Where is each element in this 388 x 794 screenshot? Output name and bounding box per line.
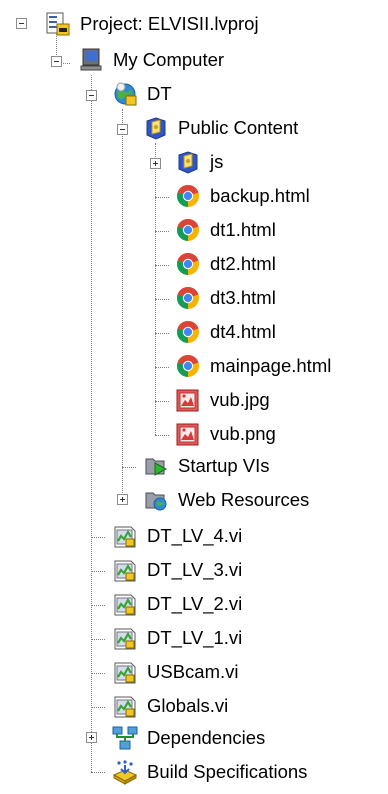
public-folder-icon: [146, 117, 166, 140]
image-file-icon: [176, 389, 199, 412]
tree-item-dt-lv-1-vi[interactable]: DT_LV_1.vi: [112, 623, 242, 653]
tree-connector-line: [91, 707, 105, 708]
tree-item-dt-lv-2-vi[interactable]: DT_LV_2.vi: [112, 589, 242, 619]
tree-connector-line: [155, 401, 169, 402]
tree-item-label: mainpage.html: [210, 354, 332, 376]
tree-connector-line: [155, 435, 169, 436]
tree-item-label: USBcam.vi: [147, 660, 239, 682]
tree-item-label: dt2.html: [210, 252, 276, 274]
tree-item-dt-lv-4-vi[interactable]: DT_LV_4.vi: [112, 521, 242, 551]
tree-item-web-resources[interactable]: Web Resources: [143, 485, 309, 515]
dependencies-icon: [112, 726, 138, 750]
vi-file-icon: [113, 559, 137, 583]
tree-item-label: backup.html: [210, 184, 310, 206]
public-folder-icon: [178, 151, 198, 174]
tree-item-label: Web Resources: [178, 488, 310, 510]
project-icon: [46, 12, 70, 36]
tree-item-label: DT_LV_1.vi: [147, 626, 243, 648]
collapse-project-button[interactable]: [16, 18, 27, 29]
build-specifications-icon: [113, 759, 137, 785]
tree-item-globals-vi[interactable]: Globals.vi: [112, 691, 228, 721]
project-explorer-tree: Project: ELVISII.lvproj My Computer DT P…: [0, 0, 388, 794]
tree-item-dt4-html[interactable]: dt4.html: [175, 317, 276, 347]
tree-item-label: Globals.vi: [147, 694, 229, 716]
tree-connector-line: [91, 75, 92, 772]
tree-connector-line: [122, 467, 136, 468]
web-service-icon: [114, 82, 137, 106]
tree-connector-line: [91, 605, 105, 606]
tree-connector-line: [155, 143, 156, 435]
tree-item-vub-png[interactable]: vub.png: [175, 419, 276, 449]
tree-item-label: vub.png: [210, 422, 276, 444]
tree-item-label: My Computer: [113, 48, 225, 70]
tree-item-vub-jpg[interactable]: vub.jpg: [175, 385, 270, 415]
tree-item-label: Public Content: [178, 116, 299, 138]
tree-item-startup-vis[interactable]: Startup VIs: [143, 451, 270, 481]
tree-item-dependencies[interactable]: Dependencies: [112, 723, 265, 753]
expand-dependencies-button[interactable]: [86, 732, 97, 743]
tree-item-label: vub.jpg: [210, 388, 270, 410]
tree-connector-line: [91, 537, 105, 538]
tree-item-dt1-html[interactable]: dt1.html: [175, 215, 276, 245]
tree-connector-line: [91, 673, 105, 674]
tree-item-usbcam-vi[interactable]: USBcam.vi: [112, 657, 239, 687]
tree-connector-line: [91, 639, 105, 640]
startup-folder-icon: [145, 458, 167, 476]
tree-item-dt[interactable]: DT: [112, 79, 172, 109]
tree-item-label: dt3.html: [210, 286, 276, 308]
tree-item-label: DT_LV_3.vi: [147, 558, 243, 580]
chrome-html-icon: [176, 184, 199, 207]
tree-item-label: DT_LV_2.vi: [147, 592, 243, 614]
tree-item-project[interactable]: Project: ELVISII.lvproj: [45, 9, 259, 39]
vi-file-icon: [113, 627, 137, 651]
tree-item-label: js: [210, 150, 224, 172]
tree-item-label: Project: ELVISII.lvproj: [80, 12, 259, 34]
web-folder-icon: [145, 492, 167, 511]
tree-item-dt-lv-3-vi[interactable]: DT_LV_3.vi: [112, 555, 242, 585]
tree-item-dt2-html[interactable]: dt2.html: [175, 249, 276, 279]
tree-connector-line: [155, 265, 169, 266]
computer-icon: [80, 48, 102, 71]
chrome-html-icon: [176, 286, 199, 309]
tree-connector-line: [155, 197, 169, 198]
tree-item-my-computer[interactable]: My Computer: [78, 45, 224, 75]
collapse-public-content-button[interactable]: [117, 124, 128, 135]
vi-file-icon: [113, 661, 137, 685]
expand-js-button[interactable]: [150, 158, 161, 169]
tree-item-label: DT: [147, 82, 172, 104]
tree-connector-line: [155, 231, 169, 232]
tree-item-label: Build Specifications: [147, 760, 308, 782]
tree-item-js[interactable]: js: [175, 147, 223, 177]
vi-file-icon: [113, 593, 137, 617]
tree-item-label: Dependencies: [147, 726, 266, 748]
tree-connector-line: [91, 772, 105, 773]
tree-connector-line: [122, 109, 123, 501]
chrome-html-icon: [176, 320, 199, 343]
collapse-dt-button[interactable]: [86, 90, 97, 101]
tree-item-label: DT_LV_4.vi: [147, 524, 243, 546]
tree-connector-line: [155, 299, 169, 300]
tree-item-public-content[interactable]: Public Content: [143, 113, 298, 143]
chrome-html-icon: [176, 354, 199, 377]
tree-item-label: dt4.html: [210, 320, 276, 342]
chrome-html-icon: [176, 218, 199, 241]
vi-file-icon: [113, 525, 137, 549]
tree-connector-line: [155, 333, 169, 334]
collapse-my-computer-button[interactable]: [51, 56, 62, 67]
tree-connector-line: [91, 571, 105, 572]
tree-item-backup-html[interactable]: backup.html: [175, 181, 310, 211]
image-file-icon: [176, 423, 199, 446]
tree-item-build-specifications[interactable]: Build Specifications: [112, 757, 307, 787]
tree-connector-line: [155, 367, 169, 368]
tree-item-mainpage-html[interactable]: mainpage.html: [175, 351, 331, 381]
expand-web-resources-button[interactable]: [117, 494, 128, 505]
vi-file-icon: [113, 695, 137, 719]
chrome-html-icon: [176, 252, 199, 275]
tree-item-label: dt1.html: [210, 218, 276, 240]
tree-item-dt3-html[interactable]: dt3.html: [175, 283, 276, 313]
tree-item-label: Startup VIs: [178, 454, 270, 476]
